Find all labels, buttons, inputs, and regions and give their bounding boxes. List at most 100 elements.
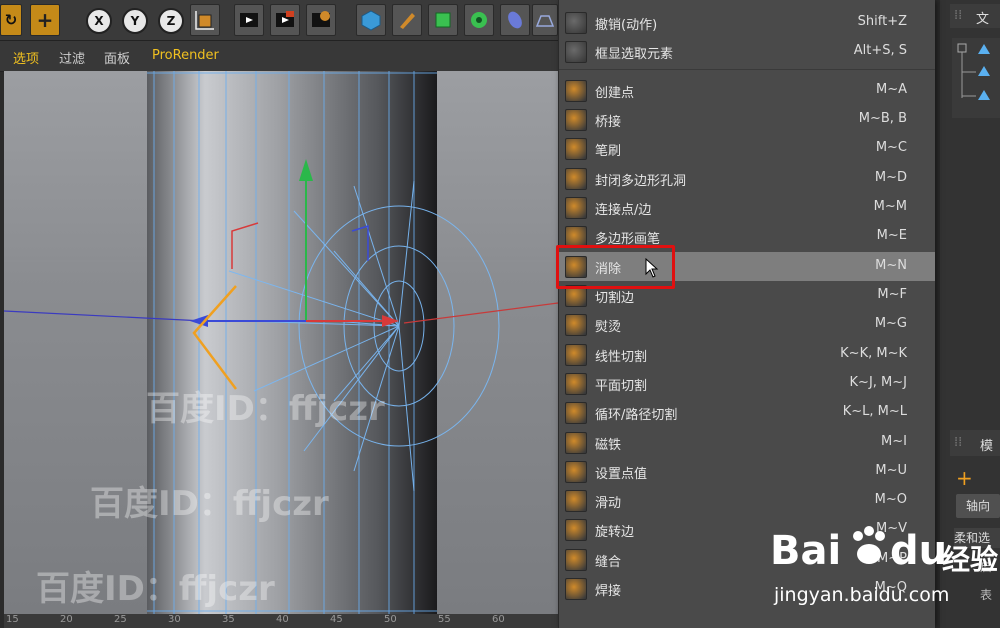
menu-item-shortcut: M~G bbox=[874, 316, 907, 331]
menu-item-label: 平面切割 bbox=[595, 379, 648, 394]
baidu-paw-icon bbox=[846, 524, 892, 570]
menu-item-label: 缝合 bbox=[595, 555, 622, 570]
baidu-jingyan-watermark: Bai du 经验 jingyan.baidu.com bbox=[770, 520, 1000, 620]
ruler-tick: 40 bbox=[276, 614, 289, 625]
menu-item-frame-selection[interactable]: 框显选取元素 Alt+S, S bbox=[559, 37, 935, 66]
axis-button[interactable]: 轴向 bbox=[956, 494, 1000, 518]
viewport-scene bbox=[4, 71, 558, 616]
menu-item-shortcut: M~C bbox=[875, 140, 907, 155]
grip-icon: ⁞⁞ bbox=[954, 8, 963, 23]
coordinate-system-icon[interactable] bbox=[190, 4, 220, 36]
ruler-tick: 60 bbox=[492, 614, 505, 625]
deformer-icon[interactable] bbox=[500, 4, 530, 36]
x-axis-button[interactable]: X bbox=[86, 8, 112, 34]
menu-item-close-hole[interactable]: 封闭多边形孔洞 M~D bbox=[559, 164, 935, 193]
render-to-picture-viewer-icon[interactable] bbox=[270, 4, 300, 36]
create-point-icon bbox=[565, 80, 587, 102]
undo-icon bbox=[565, 12, 587, 34]
subdivision-icon[interactable] bbox=[428, 4, 458, 36]
iron-icon bbox=[565, 314, 587, 336]
menu-item-plane-cut[interactable]: 平面切割 K~J, M~J bbox=[559, 369, 935, 398]
menu-item-line-cut[interactable]: 线性切割 K~K, M~K bbox=[559, 340, 935, 369]
render-settings-icon[interactable] bbox=[306, 4, 336, 36]
y-axis-button[interactable]: Y bbox=[122, 8, 148, 34]
menu-item-set-point-value[interactable]: 设置点值 M~U bbox=[559, 457, 935, 486]
close-hole-icon bbox=[565, 168, 587, 190]
jingyan-url: jingyan.baidu.com bbox=[774, 584, 950, 606]
brush-icon bbox=[565, 138, 587, 160]
viewport-menubar: 选项 过滤 面板 ProRender bbox=[0, 41, 560, 72]
ruler-tick: 35 bbox=[222, 614, 235, 625]
timeline-ruler[interactable]: 15 20 25 30 35 40 45 50 55 60 bbox=[4, 614, 558, 628]
menu-item-label: 切割边 bbox=[595, 291, 635, 306]
magnet-icon bbox=[565, 432, 587, 454]
y-axis-label: Y bbox=[130, 14, 140, 28]
3d-viewport[interactable]: 百度ID：ffjczr 百度ID：ffjczr 百度ID：ffjczr bbox=[4, 71, 558, 616]
menu-item-magnet[interactable]: 磁铁 M~I bbox=[559, 428, 935, 457]
menu-panel[interactable]: 面板 bbox=[104, 48, 130, 67]
undo-icon[interactable]: ↻ bbox=[0, 4, 22, 36]
ruler-tick: 15 bbox=[6, 614, 19, 625]
menu-item-shortcut: Alt+S, S bbox=[853, 43, 907, 58]
move-icon: + bbox=[956, 466, 973, 490]
set-point-value-icon bbox=[565, 461, 587, 483]
move-tool-icon[interactable]: + bbox=[30, 4, 60, 36]
menu-item-shortcut: M~E bbox=[876, 228, 907, 243]
menu-item-shortcut: M~A bbox=[875, 82, 907, 97]
menu-item-label: 旋转边 bbox=[595, 525, 635, 540]
plane-cut-icon bbox=[565, 373, 587, 395]
menu-item-loop-cut[interactable]: 循环/路径切割 K~L, M~L bbox=[559, 398, 935, 427]
menu-item-shortcut: K~L, M~L bbox=[842, 404, 907, 419]
ruler-tick: 25 bbox=[114, 614, 127, 625]
menu-item-bridge[interactable]: 桥接 M~B, B bbox=[559, 105, 935, 134]
menu-item-create-point[interactable]: 创建点 M~A bbox=[559, 76, 935, 105]
ruler-tick: 20 bbox=[60, 614, 73, 625]
loop-cut-icon bbox=[565, 402, 587, 424]
hierarchy-tree[interactable] bbox=[952, 38, 1000, 118]
pen-icon[interactable] bbox=[392, 4, 422, 36]
menu-item-label: 滑动 bbox=[595, 496, 622, 511]
menu-item-label: 框显选取元素 bbox=[595, 47, 674, 62]
connect-icon bbox=[565, 197, 587, 219]
menu-item-connect[interactable]: 连接点/边 M~M bbox=[559, 193, 935, 222]
render-view-icon[interactable] bbox=[234, 4, 264, 36]
menu-item-label: 线性切割 bbox=[595, 350, 648, 365]
menu-item-brush[interactable]: 笔刷 M~C bbox=[559, 134, 935, 163]
menu-options[interactable]: 选项 bbox=[13, 48, 39, 67]
floor-icon[interactable] bbox=[532, 4, 558, 36]
z-axis-button[interactable]: Z bbox=[158, 8, 184, 34]
grip-icon: ⁞⁞ bbox=[954, 435, 963, 450]
x-axis-label: X bbox=[94, 14, 104, 28]
attribute-title: 模 bbox=[980, 439, 994, 454]
menu-item-slide[interactable]: 滑动 M~O bbox=[559, 486, 935, 515]
menu-item-label: 桥接 bbox=[595, 115, 622, 130]
baidu-logo-text: Bai bbox=[770, 528, 842, 574]
jingyan-text: 经验 bbox=[942, 543, 999, 576]
menu-item-undo[interactable]: 撤销(动作) Shift+Z bbox=[559, 8, 935, 37]
cloner-icon[interactable] bbox=[464, 4, 494, 36]
menu-item-shortcut: M~I bbox=[881, 434, 907, 449]
spin-edge-icon bbox=[565, 519, 587, 541]
menu-item-shortcut: M~D bbox=[874, 170, 907, 185]
panel-title: 文 bbox=[976, 12, 990, 27]
ruler-tick: 45 bbox=[330, 614, 343, 625]
menu-item-shortcut: M~O bbox=[874, 492, 907, 507]
menu-item-shortcut: M~U bbox=[875, 463, 907, 478]
bridge-icon bbox=[565, 109, 587, 131]
menu-item-shortcut: M~F bbox=[877, 287, 907, 302]
baidu-id-watermark: 百度ID：ffjczr bbox=[36, 569, 275, 609]
menu-item-shortcut: M~N bbox=[875, 258, 907, 273]
cube-icon[interactable] bbox=[356, 4, 386, 36]
menu-filter[interactable]: 过滤 bbox=[59, 48, 85, 67]
weld-icon bbox=[565, 578, 587, 600]
menu-prorender[interactable]: ProRender bbox=[152, 48, 219, 63]
menu-item-iron[interactable]: 熨烫 M~G bbox=[559, 310, 935, 339]
frame-selection-icon bbox=[565, 41, 587, 63]
ruler-tick: 50 bbox=[384, 614, 397, 625]
line-cut-icon bbox=[565, 344, 587, 366]
menu-item-label: 撤销(动作) bbox=[595, 18, 658, 33]
menu-item-label: 熨烫 bbox=[595, 320, 622, 335]
menu-item-label: 连接点/边 bbox=[595, 203, 652, 218]
menu-item-shortcut: K~K, M~K bbox=[840, 346, 907, 361]
menu-item-shortcut: M~B, B bbox=[858, 111, 907, 126]
